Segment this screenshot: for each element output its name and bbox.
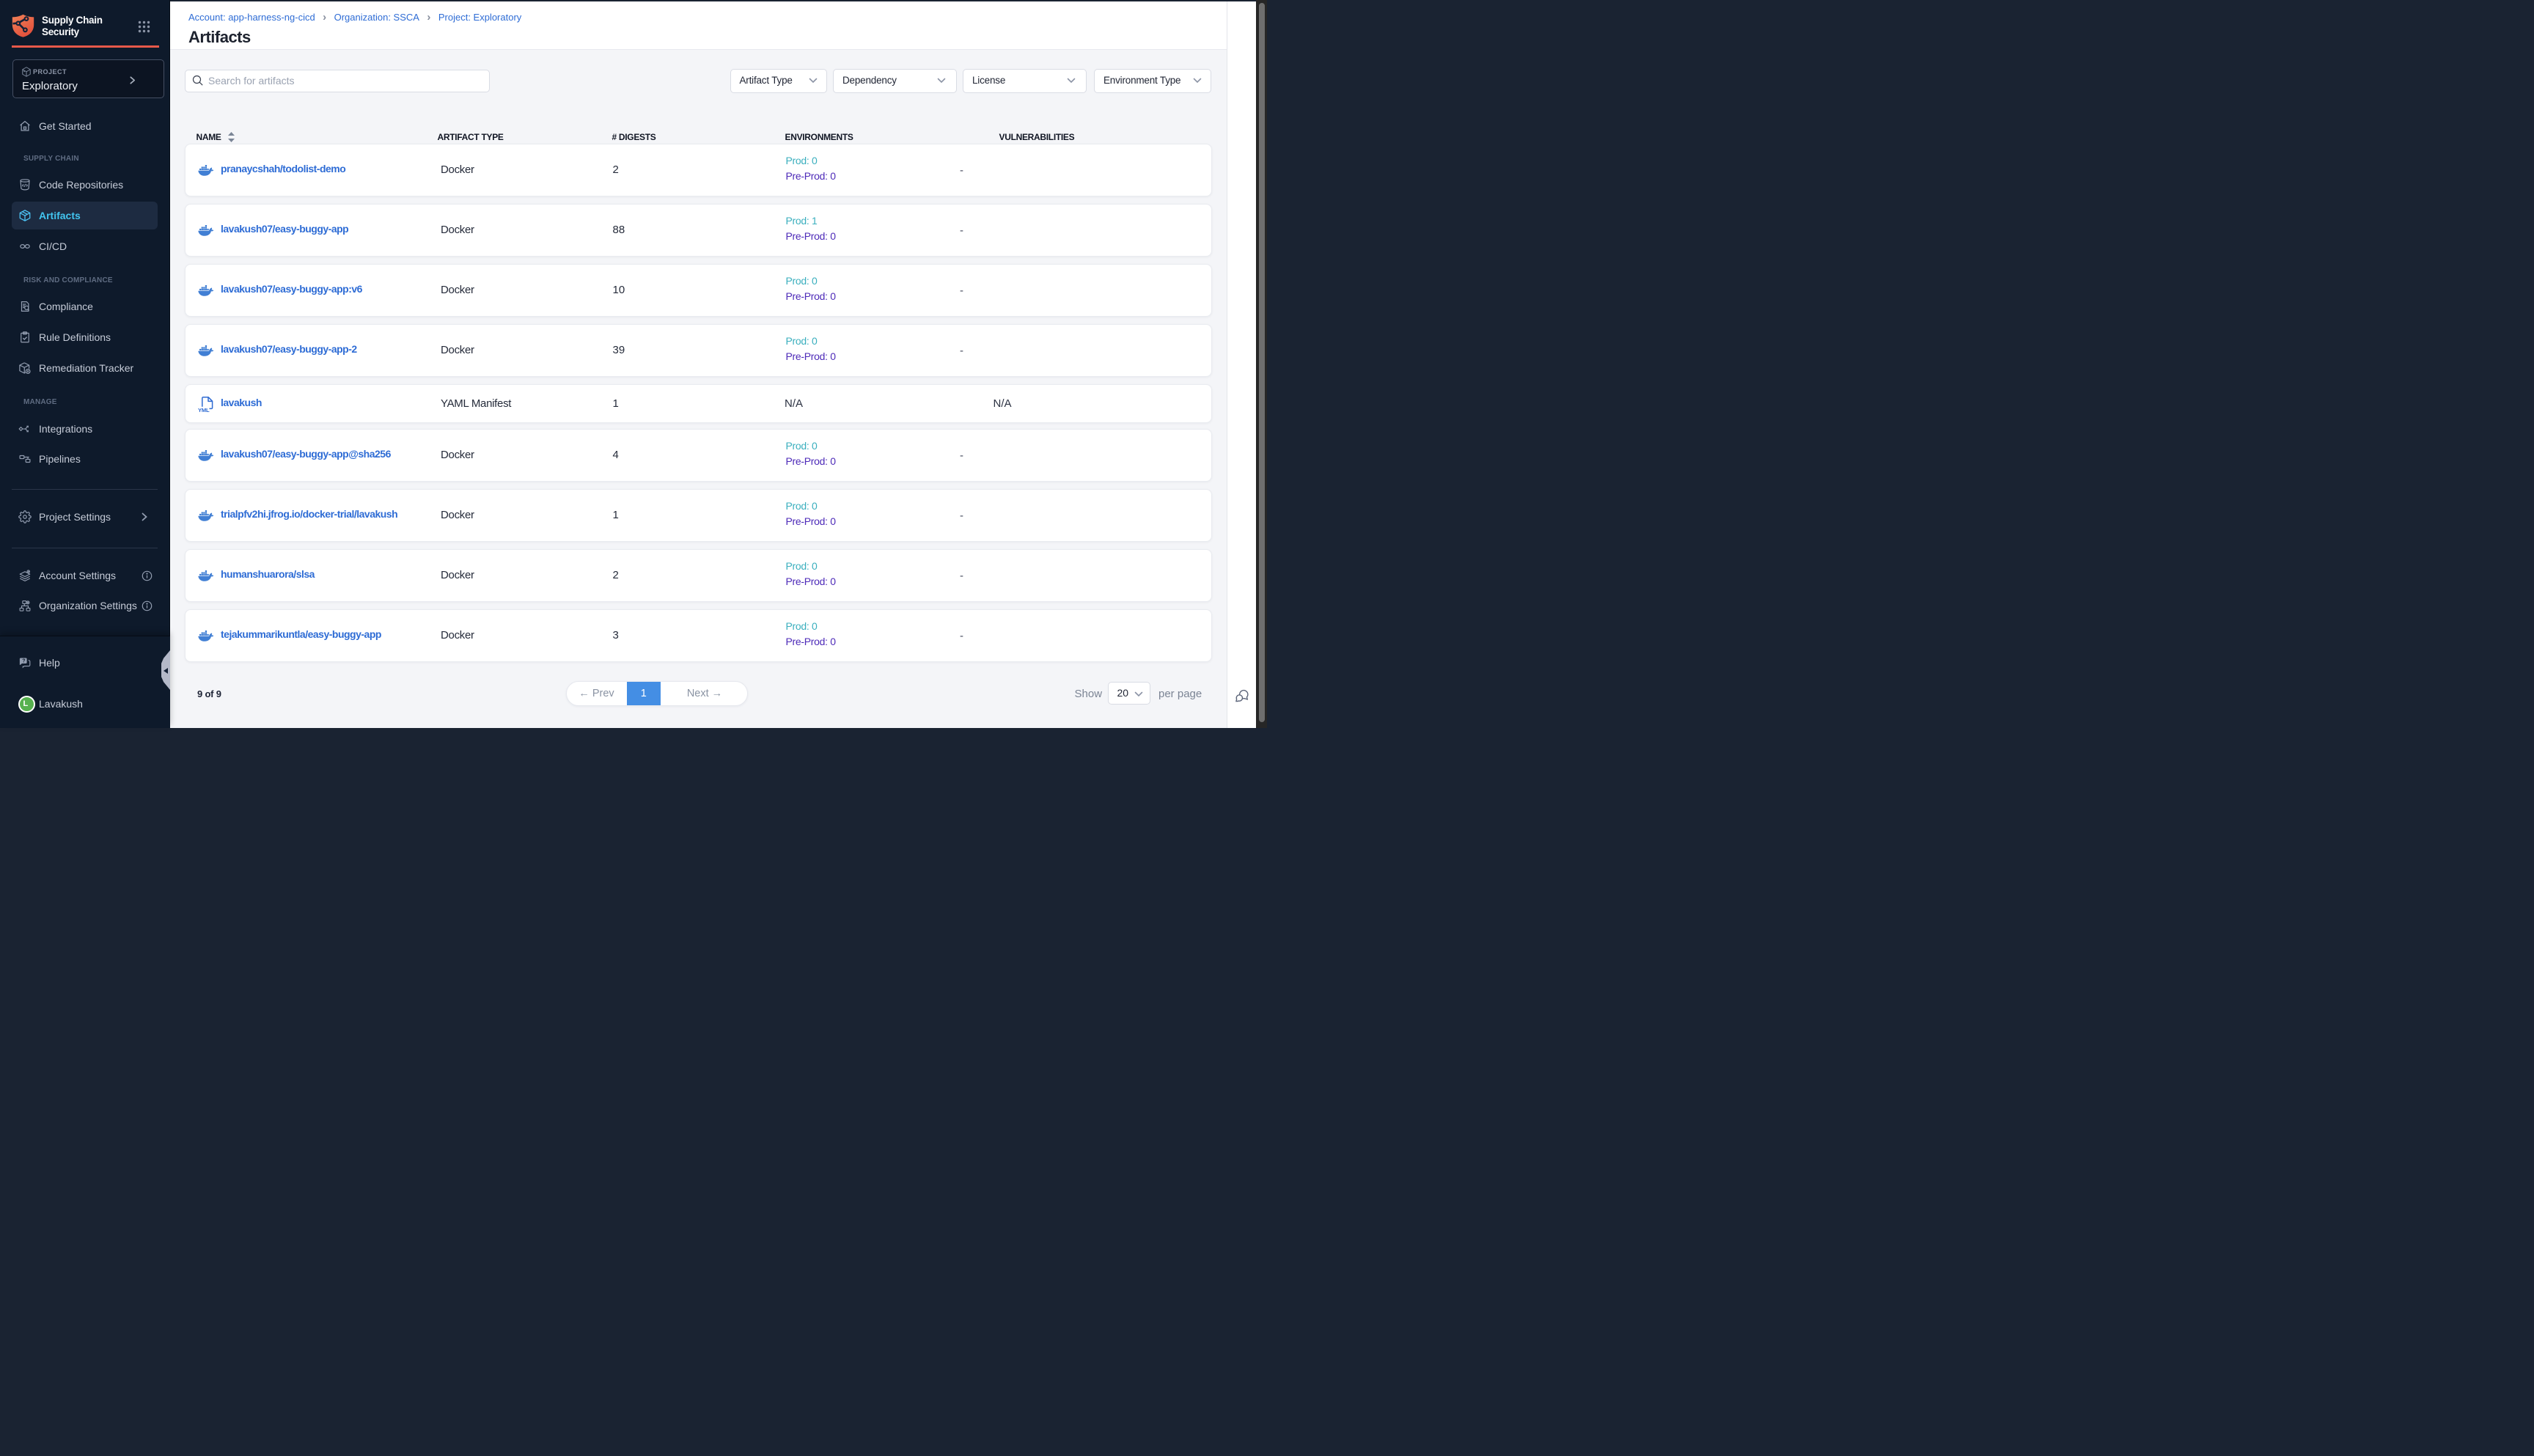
svg-text:YML: YML [198,407,210,413]
svg-text:?: ? [22,658,25,664]
